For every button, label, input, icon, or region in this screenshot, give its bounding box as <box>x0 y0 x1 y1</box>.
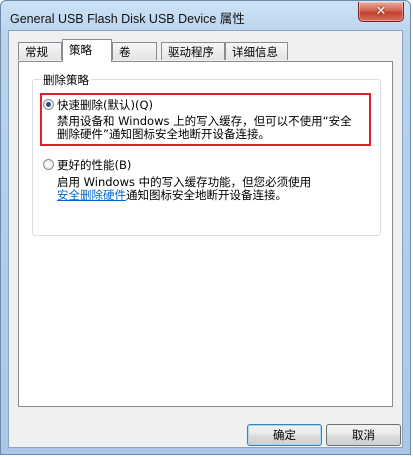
quick-removal-description: 禁用设备和 Windows 上的写入缓存，但可以不使用“安全 删除硬件”通知图标… <box>57 115 352 141</box>
tab-driver[interactable]: 驱动程序 <box>161 42 225 60</box>
better-performance-desc-line2: 安全删除硬件通知图标安全地断开设备连接。 <box>57 189 311 202</box>
policy-tab-panel: 删除策略 快速删除(默认)(Q) 禁用设备和 Windows 上的写入缓存，但可… <box>18 61 393 407</box>
better-performance-description: 启用 Windows 中的写入缓存功能，但您必须使用 安全删除硬件通知图标安全地… <box>57 176 311 202</box>
quick-removal-radio[interactable] <box>43 99 54 110</box>
cancel-button[interactable]: 取消 <box>326 424 401 446</box>
window-title: General USB Flash Disk USB Device 属性 <box>10 12 245 26</box>
properties-dialog: General USB Flash Disk USB Device 属性 ✕ 常… <box>0 0 411 455</box>
tab-policy[interactable]: 策略 <box>62 39 112 62</box>
tab-volume[interactable]: 卷 <box>112 42 157 60</box>
tab-general[interactable]: 常规 <box>18 42 62 60</box>
quick-removal-desc-line2: 删除硬件”通知图标安全地断开设备连接。 <box>57 127 270 141</box>
removal-policy-group: 删除策略 快速删除(默认)(Q) 禁用设备和 Windows 上的写入缓存，但可… <box>32 72 381 236</box>
better-performance-desc-rest: 通知图标安全地断开设备连接。 <box>126 188 287 202</box>
tab-details[interactable]: 详细信息 <box>225 42 288 60</box>
close-icon: ✕ <box>375 4 387 19</box>
ok-button[interactable]: 确定 <box>247 424 322 446</box>
better-performance-label[interactable]: 更好的性能(B) <box>57 157 131 173</box>
safely-remove-hardware-link[interactable]: 安全删除硬件 <box>57 188 126 202</box>
dialog-client-area: 常规 策略 卷 驱动程序 详细信息 删除策略 快速删除(默认)(Q) 禁用设备和… <box>8 30 403 448</box>
title-bar[interactable]: General USB Flash Disk USB Device 属性 ✕ <box>1 1 410 31</box>
better-performance-radio[interactable] <box>43 159 54 170</box>
quick-removal-label[interactable]: 快速删除(默认)(Q) <box>57 97 153 113</box>
close-button[interactable]: ✕ <box>358 2 404 22</box>
group-title: 删除策略 <box>41 72 91 88</box>
